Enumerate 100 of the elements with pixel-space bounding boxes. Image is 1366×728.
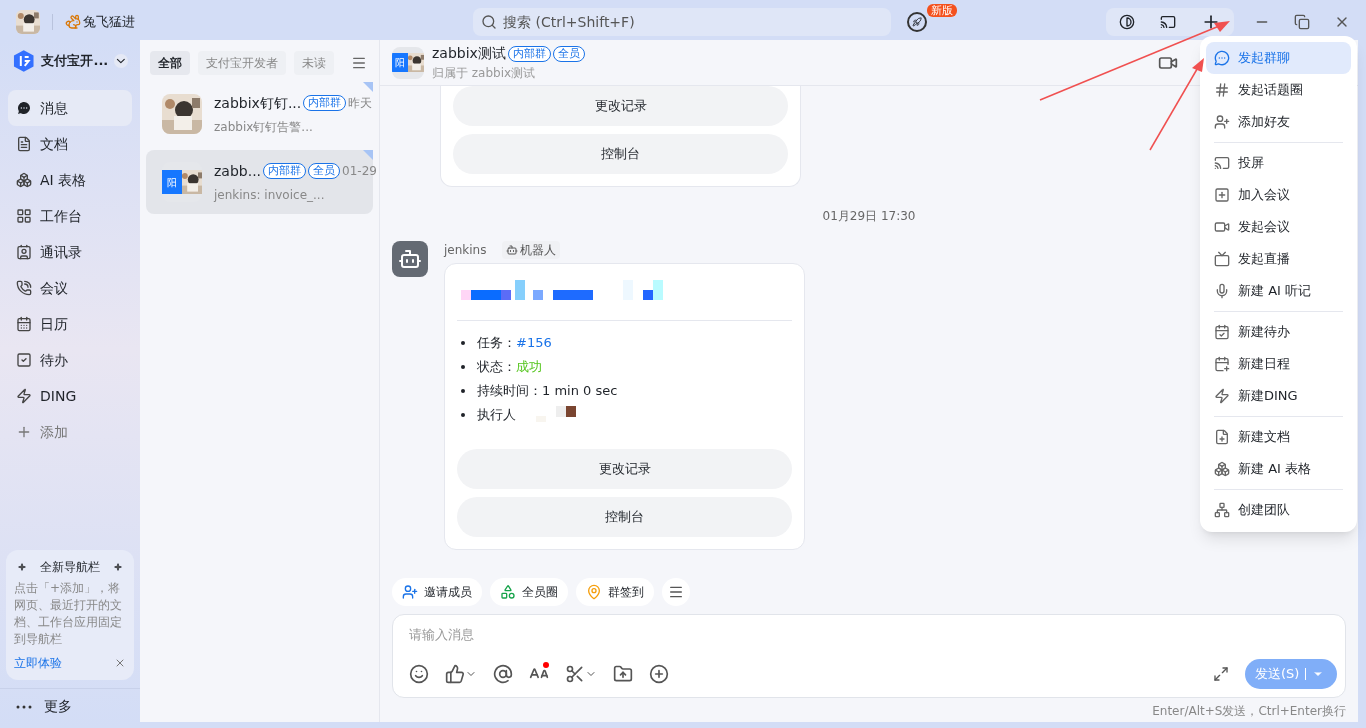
caret-icon[interactable] (114, 54, 128, 68)
card-action-button[interactable]: 更改记录 (453, 86, 788, 126)
menu-item[interactable]: 新建文档 (1206, 421, 1351, 453)
theme-icon[interactable] (1118, 14, 1135, 30)
organization-name[interactable]: 支付宝开... (41, 51, 109, 71)
menu-item[interactable]: 新建待办 (1206, 316, 1351, 348)
nav-item[interactable]: 待办 (8, 342, 132, 378)
menu-item[interactable]: 新建日程 (1206, 348, 1351, 380)
sparkle-icon (114, 563, 122, 571)
pin-icon (586, 584, 602, 600)
avatar-text: 阳 (162, 170, 182, 194)
menu-item[interactable]: 新建DING (1206, 380, 1351, 412)
nav-item[interactable]: 通讯录 (8, 234, 132, 270)
expand-icon[interactable] (1213, 666, 1229, 682)
robot-badge: 机器人 (502, 241, 561, 259)
video-icon (1214, 219, 1230, 235)
cube-icon (1214, 461, 1230, 477)
more-actions-button[interactable] (662, 578, 690, 606)
shortcut-hint: Enter/Alt+S发送，Ctrl+Enter换行 (1152, 703, 1346, 720)
mention-icon[interactable] (493, 664, 513, 684)
card-action-button[interactable]: 控制台 (457, 497, 792, 537)
thumbs-up-icon[interactable] (445, 664, 465, 684)
group-tag: 内部群 (303, 95, 347, 111)
chat-subtitle: 归属于 zabbix测试 (432, 65, 537, 82)
contact-icon (16, 244, 32, 260)
input-placeholder: 请输入消息 (409, 626, 475, 644)
field-label: 持续时间： (477, 382, 542, 401)
nav-item[interactable]: DING (8, 378, 132, 414)
search-field[interactable]: 搜索 (Ctrl+Shift+F) (473, 8, 891, 36)
field-value: 成功 (516, 358, 542, 377)
menu-item[interactable]: 发起话题圈 (1206, 74, 1351, 106)
nav-item[interactable]: 消息 (8, 90, 132, 126)
conversation-name: zabb... (214, 161, 262, 181)
field-label: 执行人 (477, 406, 516, 425)
calendar-icon (16, 316, 32, 332)
chat-title: zabbix测试 (432, 44, 506, 63)
calendar-plus-icon (1214, 356, 1230, 372)
calendar-check-icon (1214, 324, 1230, 340)
menu-item[interactable]: 发起直播 (1206, 243, 1351, 275)
nav-item[interactable]: AI 表格 (8, 162, 132, 198)
more-icon (16, 704, 32, 709)
team-icon (1214, 502, 1230, 518)
document-icon (16, 136, 32, 152)
conversation-preview: jenkins: invoice_... (214, 186, 326, 204)
chat-bubble-icon (16, 100, 32, 116)
menu-item[interactable]: 创建团队 (1206, 494, 1351, 526)
chat-bubble-icon (1214, 50, 1230, 66)
quick-action-button[interactable]: 群签到 (576, 578, 654, 606)
search-placeholder: 搜索 (Ctrl+Shift+F) (503, 12, 635, 32)
more-label[interactable]: 更多 (44, 696, 72, 717)
corner-mark-icon (363, 150, 373, 160)
quick-action-button[interactable]: 全员圈 (490, 578, 568, 606)
menu-item[interactable]: 新建 AI 听记 (1206, 275, 1351, 307)
checkbox-icon (16, 352, 32, 368)
emoji-icon[interactable] (409, 664, 429, 684)
menu-item[interactable]: 加入会议 (1206, 179, 1351, 211)
status-text[interactable]: 兔飞猛进 (83, 12, 135, 32)
card-action-button[interactable]: 更改记录 (457, 449, 792, 489)
card-action-button[interactable]: 控制台 (453, 134, 788, 174)
scissors-icon[interactable] (565, 664, 585, 684)
rabbit-icon (65, 14, 81, 30)
nav-item[interactable]: 文档 (8, 126, 132, 162)
task-link[interactable]: #156 (516, 333, 552, 353)
nav-item[interactable]: 日历 (8, 306, 132, 342)
add-user-icon (1214, 114, 1230, 130)
hash-icon (1214, 82, 1230, 98)
menu-item[interactable]: 添加好友 (1206, 106, 1351, 138)
close-icon[interactable] (114, 657, 126, 669)
nav-item[interactable]: 工作台 (8, 198, 132, 234)
upload-folder-icon[interactable] (613, 664, 633, 684)
conversation-preview: zabbix钉钉告警... (214, 118, 314, 136)
bullet-icon (461, 365, 465, 369)
add-nav-item[interactable]: 添加 (8, 414, 132, 450)
menu-item[interactable]: 新建 AI 表格 (1206, 453, 1351, 485)
filter-tab[interactable]: 全部 (150, 51, 190, 75)
screen-cast-icon[interactable] (1160, 14, 1176, 30)
restore-icon[interactable] (1294, 14, 1310, 30)
nav-item[interactable]: 会议 (8, 270, 132, 306)
try-now-link[interactable]: 立即体验 (14, 654, 62, 672)
menu-icon (668, 584, 684, 600)
new-version-button[interactable] (907, 12, 927, 32)
menu-item[interactable]: 发起群聊 (1206, 42, 1351, 74)
robot-icon (398, 247, 422, 271)
bullet-icon (461, 389, 465, 393)
field-label: 任务： (477, 334, 516, 353)
menu-icon[interactable] (351, 55, 367, 71)
menu-item[interactable]: 投屏 (1206, 147, 1351, 179)
quick-action-button[interactable]: 邀请成员 (392, 578, 482, 606)
bullet-icon (461, 413, 465, 417)
conversation-time: 昨天 (348, 95, 373, 112)
microphone-icon (1214, 283, 1230, 299)
field-label: 状态： (477, 358, 516, 377)
group-tag: 全员 (552, 45, 585, 62)
group-tag: 全员 (308, 163, 341, 179)
conversation-item[interactable]: zabbix钉钉... 内部群 昨天 zabbix钉钉告警... (146, 82, 373, 146)
search-icon (481, 14, 497, 30)
robot-icon (506, 244, 519, 256)
menu-item[interactable]: 发起会议 (1206, 211, 1351, 243)
new-badge: 新版 (927, 4, 957, 17)
add-circle-icon[interactable] (649, 664, 669, 684)
